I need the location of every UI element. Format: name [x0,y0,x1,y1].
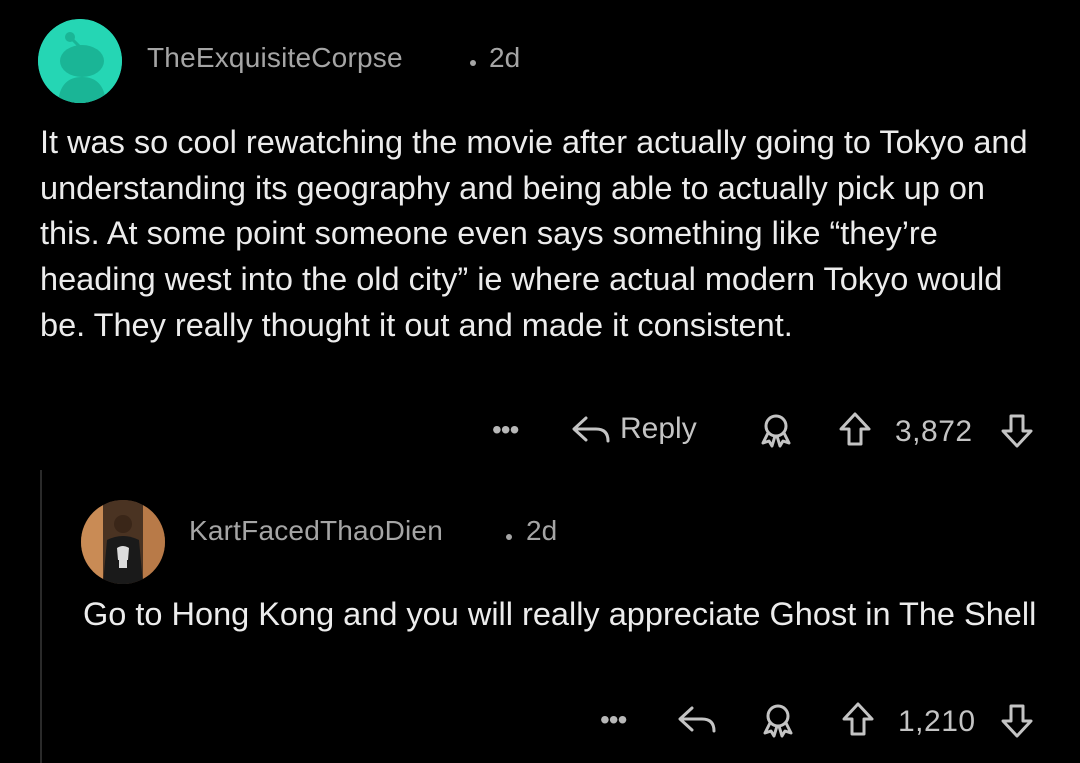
snoo-avatar-icon[interactable] [38,19,122,103]
separator-dot [506,534,512,540]
award-icon [758,702,798,738]
upvote-arrow-icon [837,410,873,448]
user-photo-avatar[interactable] [81,500,165,584]
downvote-arrow-icon [999,412,1035,450]
comment-body: Go to Hong Kong and you will really appr… [83,596,1037,632]
username[interactable]: TheExquisiteCorpse [147,42,403,74]
reply-button[interactable] [676,702,718,736]
separator-dot [470,60,476,66]
ellipsis-icon[interactable]: ••• [492,414,519,446]
comment-actions: ••• Reply 3,872 [0,406,1080,456]
reply-arrow-icon [676,702,718,736]
comment: TheExquisiteCorpse 2d It was so cool rew… [0,0,1080,470]
upvote-arrow-icon [840,700,876,738]
downvote-button[interactable] [999,702,1035,740]
comment-age: 2d [489,42,521,73]
award-button[interactable] [756,412,796,448]
upvote-button[interactable] [840,700,876,738]
award-button[interactable] [758,702,798,738]
downvote-button[interactable] [999,412,1035,450]
reply-arrow-icon [570,412,612,446]
comment: KartFacedThaoDien 2d Go to Hong Kong and… [0,470,1080,763]
comment-age: 2d [526,515,558,546]
reply-button[interactable]: Reply [570,412,697,446]
downvote-arrow-icon [999,702,1035,740]
ellipsis-icon[interactable]: ••• [600,704,627,736]
upvote-button[interactable] [837,410,873,448]
reply-label: Reply [620,412,697,445]
comment-actions: ••• 1,210 [0,696,1080,746]
comment-body: It was so cool rewatching the movie afte… [40,124,1028,343]
username[interactable]: KartFacedThaoDien [189,515,443,547]
vote-count: 3,872 [895,415,973,448]
award-icon [756,412,796,448]
vote-count: 1,210 [898,705,976,738]
